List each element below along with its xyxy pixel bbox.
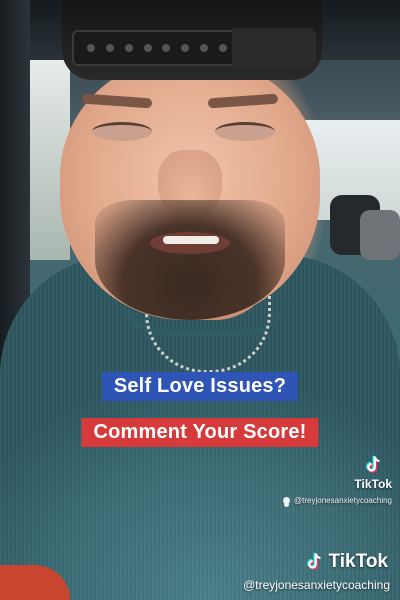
person-beard <box>95 200 285 320</box>
caption-line-2: Comment Your Score! <box>81 418 319 447</box>
cap-strap <box>72 30 242 66</box>
tiktok-note-icon <box>362 454 384 476</box>
tiktok-note-icon <box>306 552 321 570</box>
person-teeth <box>163 236 219 244</box>
cap-side <box>232 28 316 68</box>
right-eye <box>215 122 275 141</box>
tiktok-handle-small-text: @treyjonesanxietycoaching <box>294 496 392 505</box>
tiktok-brand-big: TikTok <box>328 551 388 572</box>
tiktok-watermark-small: TikTok <box>354 454 392 491</box>
caption-line-1: Self Love Issues? <box>101 372 299 401</box>
video-frame: Self Love Issues? Comment Your Score! Ti… <box>0 0 400 600</box>
user-icon <box>283 497 291 504</box>
tiktok-watermark-big: TikTok <box>303 550 388 574</box>
left-eye <box>92 122 152 141</box>
seat-headrest-2 <box>360 210 400 260</box>
tiktok-handle-small: @treyjonesanxietycoaching <box>283 496 392 505</box>
tiktok-handle-big: @treyjonesanxietycoaching <box>243 578 390 592</box>
tiktok-brand-small: TikTok <box>354 477 392 491</box>
